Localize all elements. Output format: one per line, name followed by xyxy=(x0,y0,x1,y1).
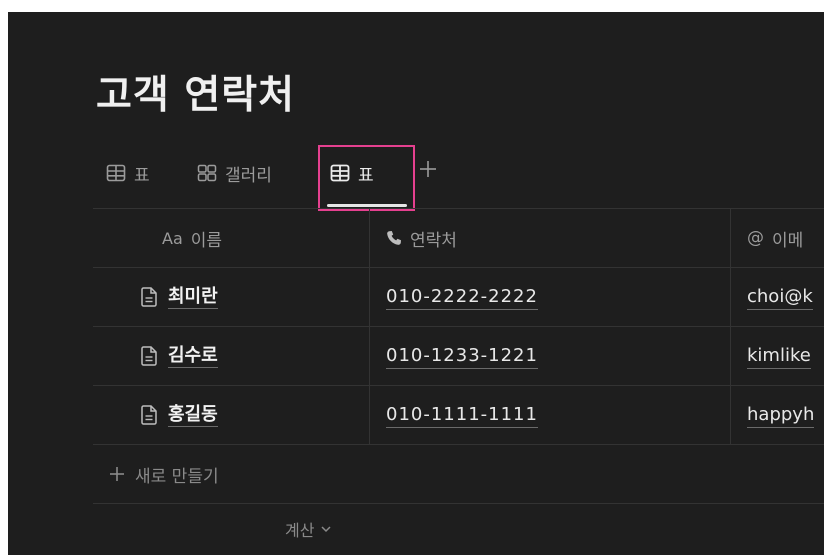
tab-label: 갤러리 xyxy=(225,165,272,186)
column-header-name[interactable]: Aa 이름 xyxy=(93,209,370,267)
chevron-down-icon xyxy=(320,523,332,535)
view-tabs: 표 갤러리 표 xyxy=(8,152,824,212)
email-cell: choi@k xyxy=(731,268,824,326)
email-cell: kimlike xyxy=(731,327,824,385)
phone-icon xyxy=(386,230,402,246)
name-cell: 홍길동 xyxy=(93,386,370,444)
contact-name[interactable]: 홍길동 xyxy=(168,404,218,427)
column-label: 연락처 xyxy=(410,230,457,251)
tab-label: 표 xyxy=(134,165,150,186)
email-property-icon: @ xyxy=(747,228,764,248)
column-label: 이름 xyxy=(190,230,223,251)
table-row[interactable]: 최미란 010-2222-2222 choi@k xyxy=(93,268,824,327)
new-row-button[interactable]: 새로 만들기 xyxy=(93,445,824,504)
column-header-phone[interactable]: 연락처 xyxy=(370,209,731,267)
gallery-icon xyxy=(197,164,217,182)
new-row-label: 새로 만들기 xyxy=(135,466,219,487)
page-title: 고객 연락처 xyxy=(96,73,295,118)
calculate-button[interactable]: 계산 xyxy=(285,517,332,541)
email-link[interactable]: happyh xyxy=(747,403,815,428)
tab-gallery[interactable]: 갤러리 xyxy=(197,158,272,188)
app-window: 고객 연락처 표 갤러리 표 Aa 이름 연락처 @ 이메 최미란 010-22… xyxy=(8,12,824,555)
contacts-table: Aa 이름 연락처 @ 이메 최미란 010-2222-2222 choi@k … xyxy=(93,208,824,504)
calculate-label: 계산 xyxy=(285,521,315,540)
add-view-button[interactable] xyxy=(417,157,439,185)
table-icon xyxy=(106,164,126,182)
column-header-email[interactable]: @ 이메 xyxy=(731,209,824,267)
phone-link[interactable]: 010-2222-2222 xyxy=(386,285,538,310)
email-link[interactable]: choi@k xyxy=(747,285,813,310)
phone-cell: 010-2222-2222 xyxy=(370,268,731,326)
text-property-icon: Aa xyxy=(162,228,183,248)
column-label: 이메 xyxy=(772,230,804,251)
name-cell: 최미란 xyxy=(93,268,370,326)
page-icon xyxy=(140,346,158,366)
email-link[interactable]: kimlike xyxy=(747,344,811,369)
plus-icon xyxy=(109,466,125,482)
phone-link[interactable]: 010-1111-1111 xyxy=(386,403,538,428)
page-icon xyxy=(140,287,158,307)
plus-icon xyxy=(419,160,437,182)
tab-table-1[interactable]: 표 xyxy=(106,158,150,188)
contact-name[interactable]: 최미란 xyxy=(168,286,218,309)
phone-cell: 010-1233-1221 xyxy=(370,327,731,385)
table-row[interactable]: 홍길동 010-1111-1111 happyh xyxy=(93,386,824,445)
email-cell: happyh xyxy=(731,386,824,444)
table-row[interactable]: 김수로 010-1233-1221 kimlike xyxy=(93,327,824,386)
phone-cell: 010-1111-1111 xyxy=(370,386,731,444)
highlight-box xyxy=(318,145,415,211)
contact-name[interactable]: 김수로 xyxy=(168,345,218,368)
table-header-row: Aa 이름 연락처 @ 이메 xyxy=(93,209,824,268)
name-cell: 김수로 xyxy=(93,327,370,385)
phone-link[interactable]: 010-1233-1221 xyxy=(386,344,538,369)
page-icon xyxy=(140,405,158,425)
